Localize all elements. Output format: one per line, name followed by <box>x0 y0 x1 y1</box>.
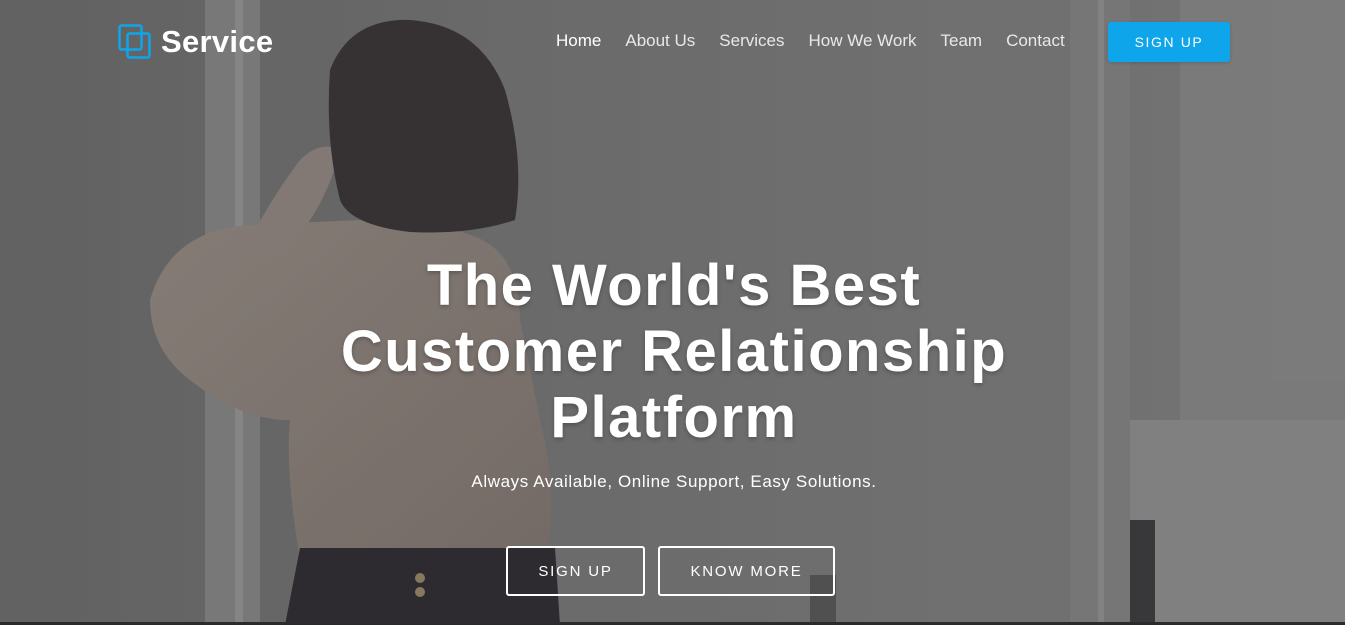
hero-section: Service Home About Us Services How We Wo… <box>0 0 1345 625</box>
nav-link-how-we-work[interactable]: How We Work <box>808 30 916 52</box>
nav-link-team[interactable]: Team <box>941 30 983 52</box>
nav-link-about-us[interactable]: About Us <box>625 30 695 52</box>
nav-menu: Home About Us Services How We Work Team … <box>544 30 1077 52</box>
hero-title: The World's Best Customer Relationship P… <box>322 253 1026 451</box>
stacked-squares-icon <box>118 24 152 60</box>
hero-subtitle: Always Available, Online Support, Easy S… <box>471 472 877 491</box>
nav-link-contact[interactable]: Contact <box>1006 30 1065 52</box>
nav-signup-button[interactable]: SIGN UP <box>1108 22 1230 62</box>
know-more-button[interactable]: KNOW MORE <box>658 546 835 596</box>
nav-link-home[interactable]: Home <box>556 30 601 52</box>
navbar: Service Home About Us Services How We Wo… <box>0 0 1345 84</box>
brand-name: Service <box>161 24 274 59</box>
hero-signup-button[interactable]: SIGN UP <box>506 546 645 596</box>
hero-title-line: Customer Relationship <box>340 319 1008 384</box>
hero-title-line: Platform <box>550 385 798 450</box>
nav-link-services[interactable]: Services <box>719 30 784 52</box>
hero-title-line: The World's Best <box>426 253 922 318</box>
brand-logo-link[interactable]: Service <box>118 24 273 60</box>
